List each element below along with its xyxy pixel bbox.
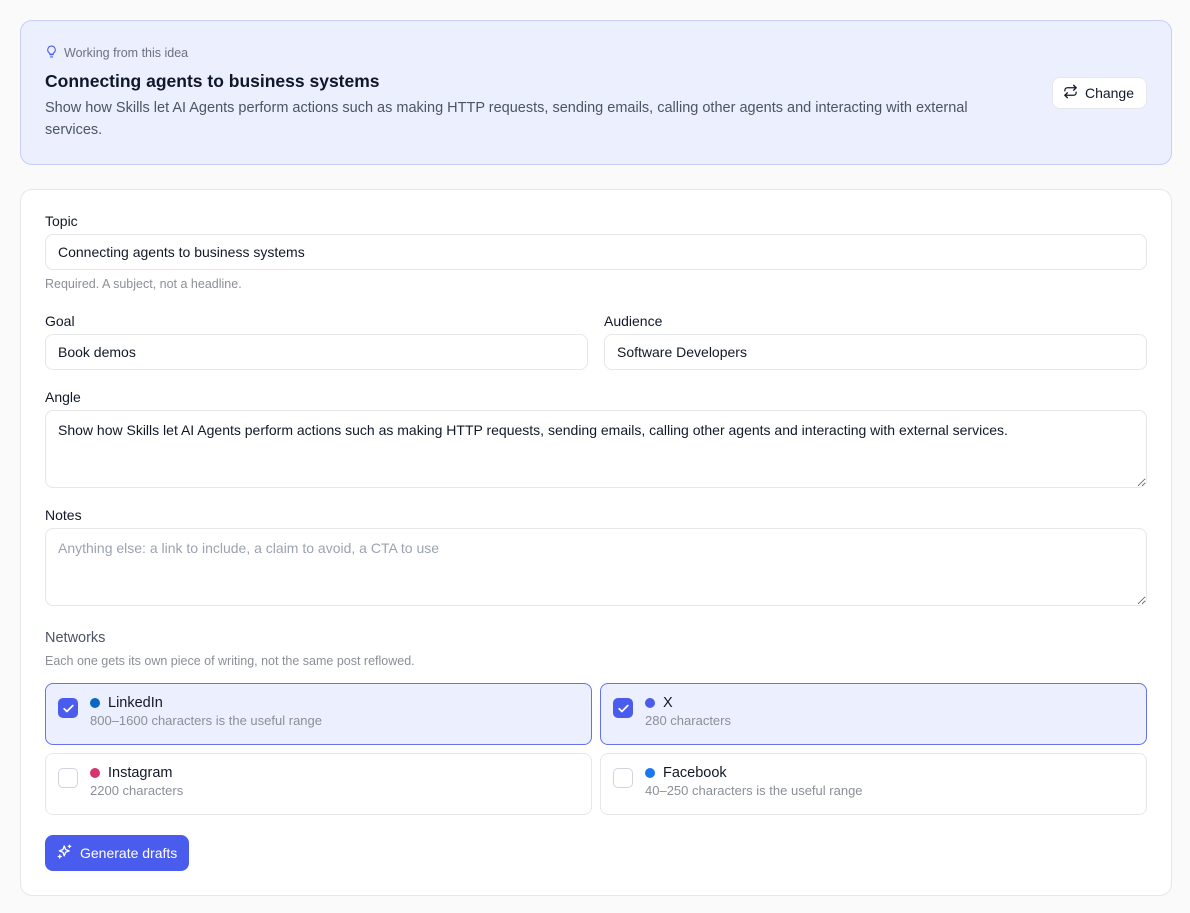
draft-form: Topic Required. A subject, not a headlin… <box>20 189 1172 896</box>
angle-textarea[interactable]: Show how Skills let AI Agents perform ac… <box>45 410 1147 488</box>
x-checkbox[interactable] <box>613 698 633 718</box>
network-option-instagram[interactable]: Instagram 2200 characters <box>45 753 592 815</box>
audience-input[interactable] <box>604 334 1147 370</box>
facebook-description: 40–250 characters is the useful range <box>645 783 863 798</box>
x-name: X <box>663 695 673 711</box>
linkedin-description: 800–1600 characters is the useful range <box>90 713 322 728</box>
idea-kicker-text: Working from this idea <box>64 46 189 60</box>
notes-label: Notes <box>45 507 82 523</box>
network-option-facebook[interactable]: Facebook 40–250 characters is the useful… <box>600 753 1147 815</box>
instagram-checkbox[interactable] <box>58 768 78 788</box>
facebook-checkbox[interactable] <box>613 768 633 788</box>
goal-label: Goal <box>45 313 75 329</box>
idea-title: Connecting agents to business systems <box>45 71 380 91</box>
networks-title: Networks <box>45 630 106 646</box>
linkedin-color-dot <box>90 698 100 708</box>
generate-drafts-button[interactable]: Generate drafts <box>45 835 190 871</box>
change-idea-button[interactable]: Change <box>1051 77 1147 109</box>
instagram-description: 2200 characters <box>90 783 184 798</box>
instagram-color-dot <box>90 768 100 778</box>
notes-textarea[interactable] <box>45 528 1147 606</box>
angle-label: Angle <box>45 389 81 405</box>
generate-drafts-label: Generate drafts <box>80 845 178 861</box>
network-option-linkedin[interactable]: LinkedIn 800–1600 characters is the usef… <box>45 683 592 745</box>
linkedin-checkbox[interactable] <box>58 698 78 718</box>
instagram-name: Instagram <box>108 765 173 781</box>
facebook-color-dot <box>645 768 655 778</box>
idea-description: Show how Skills let AI Agents perform ac… <box>45 100 968 138</box>
change-idea-label: Change <box>1084 85 1134 101</box>
facebook-name: Facebook <box>663 765 727 781</box>
lightbulb-icon <box>45 45 58 61</box>
idea-kicker: Working from this idea <box>45 45 1147 61</box>
repeat-icon <box>1063 84 1078 102</box>
topic-hint: Required. A subject, not a headline. <box>45 277 242 291</box>
x-description: 280 characters <box>645 713 731 728</box>
topic-input[interactable] <box>45 234 1147 270</box>
topic-label: Topic <box>45 213 78 229</box>
networks-hint: Each one gets its own piece of writing, … <box>45 654 415 668</box>
audience-label: Audience <box>604 313 663 329</box>
linkedin-name: LinkedIn <box>108 695 163 711</box>
goal-input[interactable] <box>45 334 588 370</box>
network-option-x[interactable]: X 280 characters <box>600 683 1147 745</box>
x-color-dot <box>645 698 655 708</box>
idea-banner: Working from this idea Connecting agents… <box>20 20 1172 165</box>
sparkles-icon <box>56 843 74 864</box>
